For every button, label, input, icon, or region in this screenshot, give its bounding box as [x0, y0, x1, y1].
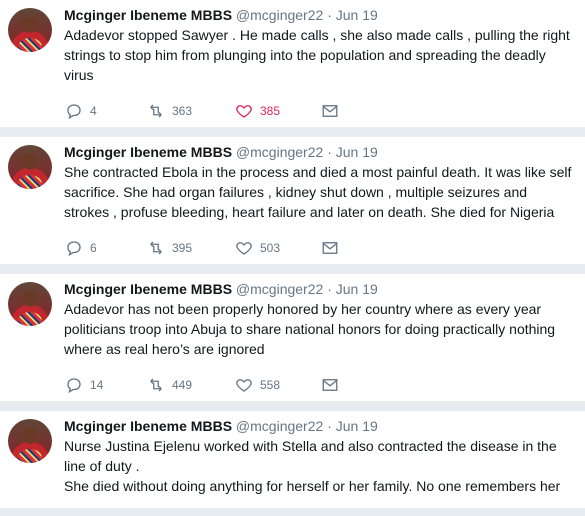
- author-name[interactable]: Mcginger Ibeneme MBBS: [64, 418, 232, 434]
- like-button[interactable]: 558: [234, 375, 320, 395]
- tweet-actions: 6 395 503: [64, 230, 575, 266]
- tweet-header: Mcginger Ibeneme MBBS @mcginger22 · Jun …: [64, 0, 575, 24]
- timeline: Mcginger Ibeneme MBBS @mcginger22 · Jun …: [0, 0, 585, 509]
- reply-icon: [64, 101, 84, 121]
- tweet-text: Nurse Justina Ejelenu worked with Stella…: [64, 436, 575, 496]
- tweet-text: She contracted Ebola in the process and …: [64, 162, 575, 222]
- avatar[interactable]: [8, 419, 52, 463]
- envelope-icon: [320, 101, 340, 121]
- reply-button[interactable]: 6: [64, 238, 146, 258]
- like-count: 503: [260, 241, 281, 255]
- like-button[interactable]: 503: [234, 238, 320, 258]
- tweet-3[interactable]: Mcginger Ibeneme MBBS @mcginger22 · Jun …: [0, 274, 585, 402]
- tweet-date[interactable]: · Jun 19: [327, 144, 378, 160]
- tweet-line: She died without doing anything for hers…: [64, 478, 561, 494]
- author-handle[interactable]: @mcginger22: [236, 418, 323, 434]
- tweet-line: line of duty .: [64, 458, 140, 474]
- tweet-header: Mcginger Ibeneme MBBS @mcginger22 · Jun …: [64, 274, 575, 298]
- tweet-header: Mcginger Ibeneme MBBS @mcginger22 · Jun …: [64, 137, 575, 161]
- tweet-line: Nurse Justina Ejelenu worked with Stella…: [64, 438, 557, 454]
- tweet-1[interactable]: Mcginger Ibeneme MBBS @mcginger22 · Jun …: [0, 0, 585, 128]
- envelope-icon: [320, 375, 340, 395]
- tweet-header: Mcginger Ibeneme MBBS @mcginger22 · Jun …: [64, 411, 575, 435]
- author-name[interactable]: Mcginger Ibeneme MBBS: [64, 281, 232, 297]
- author-name[interactable]: Mcginger Ibeneme MBBS: [64, 144, 232, 160]
- avatar[interactable]: [8, 8, 52, 52]
- message-button[interactable]: [320, 101, 340, 121]
- reply-count: 6: [90, 241, 97, 255]
- retweet-icon: [146, 375, 166, 395]
- tweet-line: politicians troop into Abuja to share na…: [64, 321, 556, 337]
- retweet-button[interactable]: 395: [146, 238, 234, 258]
- heart-icon: [234, 101, 254, 121]
- heart-icon: [234, 238, 254, 258]
- tweet-4[interactable]: Mcginger Ibeneme MBBS @mcginger22 · Jun …: [0, 411, 585, 509]
- reply-icon: [64, 238, 84, 258]
- reply-icon: [64, 375, 84, 395]
- tweet-date[interactable]: · Jun 19: [327, 418, 378, 434]
- retweet-button[interactable]: 363: [146, 101, 234, 121]
- reply-count: 4: [90, 104, 97, 118]
- tweet-line: virus: [64, 67, 94, 83]
- tweet-line: where as real hero’s are ignored: [64, 341, 265, 357]
- like-count: 385: [260, 104, 281, 118]
- tweet-actions: 14 449 558: [64, 367, 575, 403]
- avatar[interactable]: [8, 145, 52, 189]
- envelope-icon: [320, 238, 340, 258]
- heart-icon: [234, 375, 254, 395]
- tweet-text: Adadevor has not been properly honored b…: [64, 299, 575, 359]
- tweet-line: strings to stop him from plunging into t…: [64, 47, 546, 63]
- tweet-line: Adadevor has not been properly honored b…: [64, 301, 542, 317]
- tweet-actions: 4 363 385: [64, 93, 575, 129]
- message-button[interactable]: [320, 238, 340, 258]
- retweet-icon: [146, 238, 166, 258]
- tweet-line: She contracted Ebola in the process and …: [64, 164, 572, 180]
- like-button[interactable]: 385: [234, 101, 320, 121]
- retweet-icon: [146, 101, 166, 121]
- tweet-line: Adadevor stopped Sawyer . He made calls …: [64, 27, 570, 43]
- tweet-line: strokes , profuse bleeding, heart failur…: [64, 204, 555, 220]
- retweet-count: 363: [172, 104, 193, 118]
- reply-count: 14: [90, 378, 104, 392]
- tweet-2[interactable]: Mcginger Ibeneme MBBS @mcginger22 · Jun …: [0, 137, 585, 265]
- avatar[interactable]: [8, 282, 52, 326]
- tweet-text: Adadevor stopped Sawyer . He made calls …: [64, 25, 575, 85]
- reply-button[interactable]: 14: [64, 375, 146, 395]
- author-name[interactable]: Mcginger Ibeneme MBBS: [64, 7, 232, 23]
- retweet-count: 449: [172, 378, 193, 392]
- tweet-date[interactable]: · Jun 19: [327, 281, 378, 297]
- message-button[interactable]: [320, 375, 340, 395]
- author-handle[interactable]: @mcginger22: [236, 144, 323, 160]
- author-handle[interactable]: @mcginger22: [236, 281, 323, 297]
- reply-button[interactable]: 4: [64, 101, 146, 121]
- like-count: 558: [260, 378, 281, 392]
- retweet-button[interactable]: 449: [146, 375, 234, 395]
- retweet-count: 395: [172, 241, 193, 255]
- tweet-date[interactable]: · Jun 19: [327, 7, 378, 23]
- author-handle[interactable]: @mcginger22: [236, 7, 323, 23]
- tweet-line: sacrifice. She had organ failures , kidn…: [64, 184, 528, 200]
